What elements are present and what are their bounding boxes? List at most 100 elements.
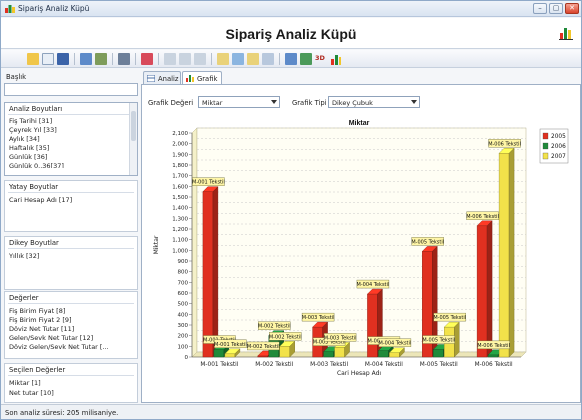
status-text: Son analiz süresi: 205 milisaniye. bbox=[5, 409, 119, 417]
y-tick-label: 1,500 bbox=[172, 195, 188, 201]
cube-icon bbox=[559, 28, 573, 40]
bar-2006-1 bbox=[213, 349, 225, 358]
list-item[interactable]: Fiş Tarihi [31] bbox=[9, 117, 52, 125]
back-wall bbox=[196, 127, 527, 353]
x-tick-label: M-001 Tekstil bbox=[200, 362, 238, 368]
window-title: Sipariş Analiz Küpü bbox=[18, 4, 90, 13]
chart-settings-icon[interactable] bbox=[285, 53, 297, 65]
y-tick-label: 1,300 bbox=[172, 216, 188, 222]
analiz-boyutlari-list[interactable]: Analiz Boyutları Fiş Tarihi [31] Çeyrek … bbox=[4, 102, 138, 176]
dikey-boyutlar-box[interactable]: Dikey Boyutlar Yıllık [32] bbox=[4, 236, 138, 290]
y-axis-label: Miktar bbox=[153, 235, 160, 254]
baslik-input[interactable] bbox=[4, 83, 138, 96]
collapse-icon[interactable] bbox=[232, 53, 244, 65]
grafik-tipi-select[interactable]: Dikey Çubuk bbox=[328, 96, 420, 108]
bar-2005-1 bbox=[202, 191, 214, 358]
new-file-icon[interactable] bbox=[42, 53, 54, 65]
list-item[interactable]: Günlük [36] bbox=[9, 153, 47, 161]
list-item[interactable]: Net tutar [10] bbox=[9, 389, 54, 397]
grafik-degeri-select[interactable]: Miktar bbox=[198, 96, 280, 108]
list-item[interactable]: Döviz Gelen/Sevk Net Tutar [... bbox=[9, 343, 109, 351]
bar-2006-4 bbox=[378, 350, 389, 358]
tab-analiz-label: Analiz bbox=[158, 75, 179, 83]
pivot-icon[interactable] bbox=[300, 53, 312, 65]
status-bar: Son analiz süresi: 205 milisaniye. bbox=[1, 404, 581, 419]
y-tick-label: 500 bbox=[178, 302, 189, 308]
tab-analiz[interactable]: Analiz bbox=[143, 71, 181, 84]
save-icon[interactable] bbox=[57, 53, 69, 65]
list-item[interactable]: Döviz Net Tutar [11] bbox=[9, 325, 74, 333]
copy-icon[interactable] bbox=[179, 53, 191, 65]
y-tick-label: 100 bbox=[178, 344, 189, 350]
bar-side bbox=[486, 220, 493, 358]
close-button[interactable]: ✕ bbox=[565, 3, 579, 14]
data-label: M-006 Tekstil bbox=[466, 214, 499, 220]
y-tick-label: 1,700 bbox=[172, 174, 188, 180]
bar-side bbox=[508, 147, 515, 358]
y-tick-label: 1,100 bbox=[172, 238, 188, 244]
paste-icon[interactable] bbox=[194, 53, 206, 65]
bar-chart[interactable]: Miktar 0 100 200 300 400 500 600 700 800 900 1,000 1… bbox=[148, 117, 578, 399]
yatay-boyutlar-box[interactable]: Yatay Boyutlar Cari Hesap Adı [17] bbox=[4, 180, 138, 232]
chart-icon bbox=[186, 75, 194, 82]
y-tick-label: 1,200 bbox=[172, 227, 188, 233]
table-icon bbox=[147, 75, 155, 82]
list-item[interactable]: Fiş Birim Fiyat [8] bbox=[9, 307, 65, 315]
left-wall bbox=[191, 127, 198, 358]
left-panel: Başlık Analiz Boyutları Fiş Tarihi [31] … bbox=[4, 71, 138, 403]
filter-icon[interactable] bbox=[247, 53, 259, 65]
degerler-label: Değerler bbox=[9, 294, 39, 302]
y-tick-label: 2,100 bbox=[172, 131, 188, 137]
analiz-scrollbar[interactable] bbox=[129, 103, 137, 175]
y-tick-label: 400 bbox=[178, 312, 189, 318]
grafik-degeri-label: Grafik Değeri bbox=[148, 99, 194, 107]
list-item[interactable]: Cari Hesap Adı [17] bbox=[9, 196, 72, 204]
grafik-tipi-label: Grafik Tipi bbox=[292, 99, 327, 107]
app-header: Sipariş Analiz Küpü bbox=[1, 18, 581, 49]
settings-icon[interactable] bbox=[95, 53, 107, 65]
list-item[interactable]: Çeyrek Yıl [33] bbox=[9, 126, 57, 134]
maximize-button[interactable]: ▢ bbox=[549, 3, 563, 14]
open-folder-icon[interactable] bbox=[27, 53, 39, 65]
data-label: M-001 Tekstil bbox=[214, 342, 247, 348]
bar-chart-icon[interactable] bbox=[330, 53, 342, 65]
title-bar: Sipariş Analiz Küpü – ▢ ✕ bbox=[1, 1, 581, 17]
data-label: M-004 Tekstil bbox=[357, 282, 390, 288]
list-item[interactable]: Fiş Birim Fiyat 2 [9] bbox=[9, 316, 72, 324]
export-icon[interactable] bbox=[262, 53, 274, 65]
secilen-degerler-box[interactable]: Seçilen Değerler Miktar [1] Net tutar [1… bbox=[4, 363, 138, 403]
cut-icon[interactable] bbox=[164, 53, 176, 65]
tab-grafik[interactable]: Grafik bbox=[182, 71, 222, 85]
right-panel: Analiz Grafik Grafik Değeri Miktar Grafi… bbox=[141, 71, 581, 403]
baslik-label: Başlık bbox=[6, 73, 27, 81]
minimize-button[interactable]: – bbox=[533, 3, 547, 14]
legend-swatch-2005 bbox=[542, 132, 549, 140]
data-label: M-002 Tekstil bbox=[247, 344, 280, 350]
toolbar: 3D bbox=[1, 50, 581, 68]
list-item[interactable]: Haftalık [35] bbox=[9, 144, 49, 152]
data-label: M-005 Tekstil bbox=[433, 315, 466, 321]
window-icon[interactable] bbox=[118, 53, 130, 65]
x-axis-label: Cari Hesap Adı bbox=[337, 370, 381, 377]
tab-grafik-label: Grafik bbox=[197, 75, 218, 83]
data-label: M-006 Tekstil bbox=[488, 141, 521, 147]
list-item[interactable]: Aylık [34] bbox=[9, 135, 40, 143]
data-label: M-001 Tekstil bbox=[192, 180, 225, 186]
list-item[interactable]: Gelen/Sevk Net Tutar [12] bbox=[9, 334, 93, 342]
3d-toggle-icon[interactable]: 3D bbox=[315, 54, 325, 62]
x-tick-label: M-003 Tekstil bbox=[310, 362, 348, 368]
list-item[interactable]: Yıllık [32] bbox=[9, 252, 39, 260]
bar-2006-5 bbox=[433, 349, 444, 358]
analiz-boyutlari-label: Analiz Boyutları bbox=[9, 105, 63, 113]
list-item[interactable]: Günlük 0..36[37] bbox=[9, 162, 64, 168]
list-item[interactable]: Miktar [1] bbox=[9, 379, 41, 387]
expand-icon[interactable] bbox=[217, 53, 229, 65]
legend-swatch-2007 bbox=[542, 152, 549, 160]
refresh-icon[interactable] bbox=[80, 53, 92, 65]
legend-label: 2005 bbox=[551, 134, 566, 140]
degerler-box[interactable]: Değerler Fiş Birim Fiyat [8] Fiş Birim F… bbox=[4, 291, 138, 359]
bar-2007-6 bbox=[498, 153, 510, 358]
delete-icon[interactable] bbox=[141, 53, 153, 65]
grafik-panel: Grafik Değeri Miktar Grafik Tipi Dikey Ç… bbox=[141, 84, 581, 403]
app-icon bbox=[5, 5, 15, 13]
